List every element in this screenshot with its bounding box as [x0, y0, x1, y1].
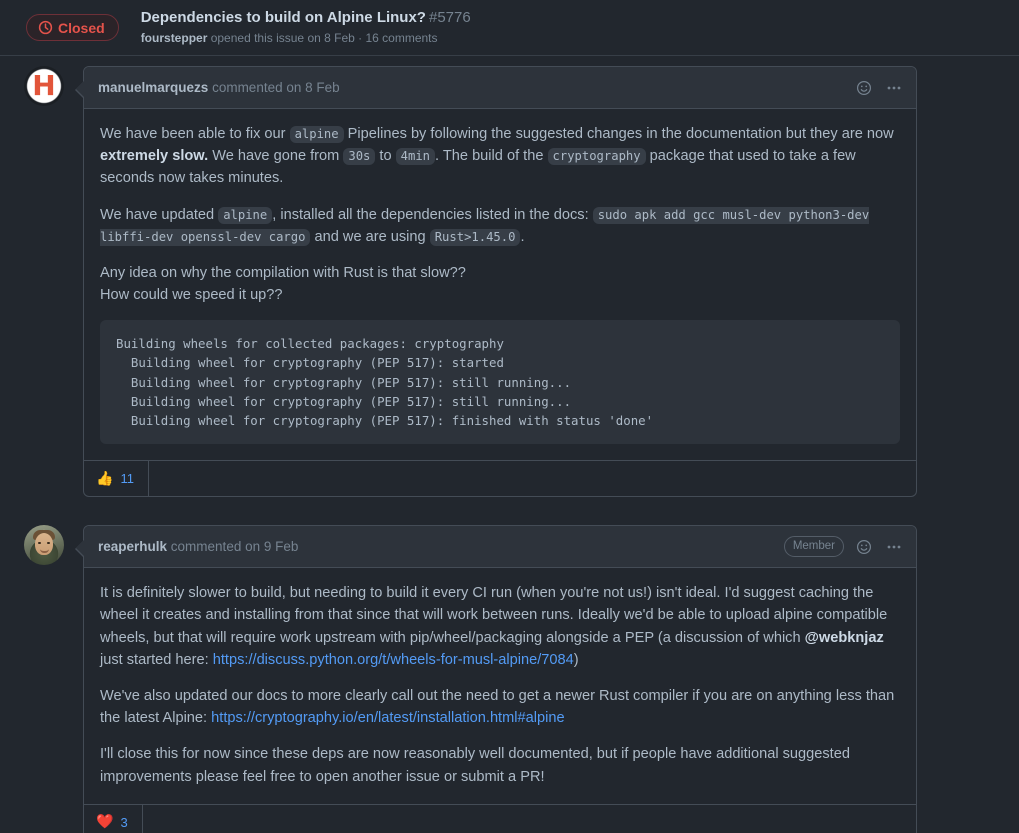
avatar[interactable] — [24, 525, 64, 566]
comment-manuelmarquezs: H manuelmarquezs commented on 8 Feb We h… — [0, 66, 1019, 498]
user-mention[interactable]: @webknjaz — [805, 630, 884, 646]
inline-code: 30s — [343, 148, 376, 166]
comment-header-actions — [854, 78, 904, 98]
comment-card: reaperhulk commented on 9 Feb Member It … — [75, 525, 917, 833]
paragraph: I'll close this for now since these deps… — [100, 746, 850, 785]
text-run: just started here: — [100, 651, 213, 668]
text-run: It is definitely slower to build, but ne… — [100, 585, 888, 646]
comment-header-actions: Member — [783, 536, 904, 558]
page-title: Dependencies to build on Alpine Linux? #5… — [141, 8, 471, 28]
github-issue-page: Closed Dependencies to build on Alpine L… — [0, 0, 1019, 833]
issue-meta-text: opened this issue on 8 Feb · 16 comments — [207, 30, 438, 45]
issue-author[interactable]: fourstepper — [141, 31, 208, 45]
heart-emoji: ❤️ — [96, 814, 114, 831]
reaction-count: 3 — [120, 814, 128, 830]
text-run: We have updated — [100, 206, 219, 223]
reaction-thumbs-up[interactable]: 👍 11 — [84, 461, 149, 497]
comment-header: manuelmarquezs commented on 8 Feb — [84, 67, 916, 109]
inline-code: cryptography — [547, 148, 646, 166]
smiley-icon[interactable] — [854, 537, 874, 557]
text-run: Any idea on why the compilation with Rus… — [100, 264, 466, 281]
inline-code: alpine — [218, 206, 273, 224]
comment-timestamp: commented on 9 Feb — [170, 539, 299, 555]
issue-number: #5776 — [428, 9, 471, 27]
text-run: . The build of the — [435, 148, 548, 165]
paragraph: We have been able to fix our alpine Pipe… — [100, 123, 900, 190]
link-cryptography-docs[interactable]: https://cryptography.io/en/latest/instal… — [211, 710, 564, 726]
paragraph: It is definitely slower to build, but ne… — [100, 582, 900, 671]
comment-timestamp: commented on 8 Feb — [212, 80, 340, 95]
comment-header: reaperhulk commented on 9 Feb Member — [84, 526, 916, 569]
text-run: We have gone from — [208, 148, 344, 165]
bold-text: extremely slow. — [100, 148, 209, 165]
text-run: to — [375, 148, 396, 165]
reactions-row: ❤️ 3 — [84, 803, 916, 833]
paragraph: We've also updated our docs to more clea… — [100, 685, 900, 729]
text-run: Pipelines by following the suggested cha… — [343, 126, 894, 142]
inline-code: 4min — [395, 148, 436, 166]
reactions-empty-area — [149, 461, 916, 496]
kebab-menu-icon[interactable] — [884, 537, 904, 557]
issue-header: Closed Dependencies to build on Alpine L… — [0, 0, 1019, 56]
text-run: We have been able to fix our — [100, 126, 290, 142]
code-block: Building wheels for collected packages: … — [100, 320, 900, 445]
issue-title: Dependencies to build on Alpine Linux? — [140, 9, 426, 27]
comment-body: It is definitely slower to build, but ne… — [84, 568, 916, 803]
member-badge: Member — [783, 536, 844, 558]
smiley-icon[interactable] — [854, 78, 874, 98]
status-badge-label: Closed — [58, 19, 105, 36]
inline-code: alpine — [289, 126, 344, 143]
comment-reaperhulk: reaperhulk commented on 9 Feb Member It … — [0, 525, 1019, 833]
kebab-menu-icon[interactable] — [884, 78, 904, 98]
paragraph: Any idea on why the compilation with Rus… — [100, 262, 900, 306]
link-discuss-python[interactable]: https://discuss.python.org/t/wheels-for-… — [213, 652, 574, 668]
reactions-row: 👍 11 — [84, 460, 916, 497]
paragraph: We have updated alpine, installed all th… — [100, 204, 900, 248]
issue-timeline: H manuelmarquezs commented on 8 Feb We h… — [0, 66, 1019, 833]
issue-closed-icon — [38, 20, 53, 35]
comment-author[interactable]: reaperhulk — [98, 539, 167, 554]
text-run: . — [520, 228, 525, 245]
text-run: ) — [573, 651, 579, 668]
issue-meta: fourstepper opened this issue on 8 Feb ·… — [141, 31, 471, 47]
reaction-heart[interactable]: ❤️ 3 — [84, 804, 143, 833]
text-run: and we are using — [310, 228, 430, 245]
comment-card: manuelmarquezs commented on 8 Feb We hav… — [75, 66, 917, 498]
inline-code: Rust>1.45.0 — [429, 228, 521, 246]
text-run: , installed all the dependencies listed … — [272, 206, 593, 223]
avatar[interactable]: H — [24, 66, 64, 106]
text-run: How could we speed it up?? — [100, 287, 283, 304]
comment-author[interactable]: manuelmarquezs — [98, 80, 208, 95]
reaction-count: 11 — [120, 471, 134, 487]
issue-header-texts: Dependencies to build on Alpine Linux? #5… — [141, 8, 471, 46]
thumbs-up-emoji: 👍 — [96, 470, 114, 487]
status-badge[interactable]: Closed — [26, 14, 119, 41]
comment-body: We have been able to fix our alpine Pipe… — [84, 109, 916, 460]
avatar-initial: H — [32, 69, 56, 102]
reactions-empty-area — [143, 805, 916, 833]
